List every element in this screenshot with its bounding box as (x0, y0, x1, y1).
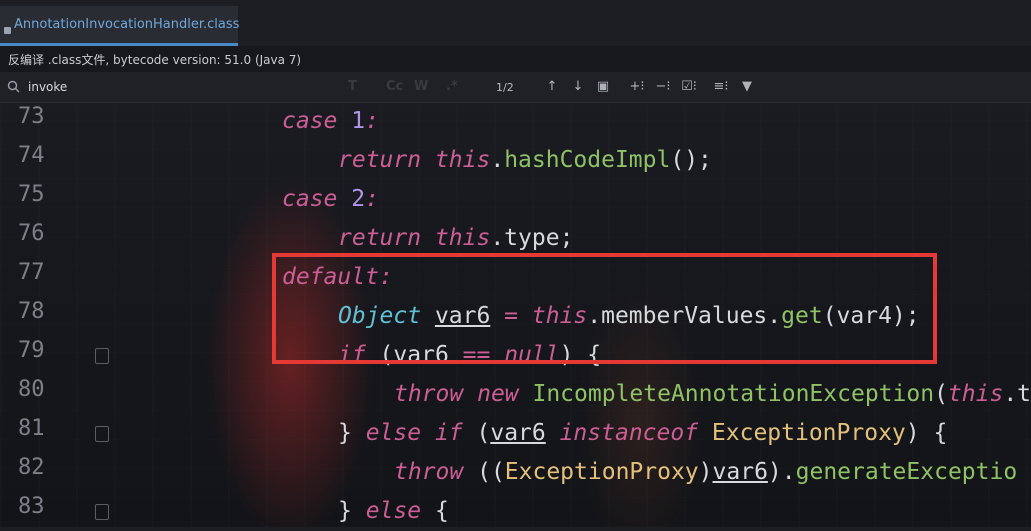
code-token: (( (477, 459, 505, 485)
code-token: IncompleteAnnotationException (532, 381, 935, 407)
editor-tab-bar: AnnotationInvocationHandler.class (0, 0, 1031, 47)
select-all-occurrences-icon[interactable]: ▣ (594, 78, 612, 96)
code-token: ExceptionProxy (504, 459, 699, 485)
code-token: throw (394, 381, 478, 407)
code-token: : (365, 108, 379, 134)
code-token: } (338, 498, 366, 524)
search-icon[interactable] (6, 79, 22, 95)
code-line[interactable]: case 1: (282, 102, 379, 141)
code-token: case (282, 186, 352, 212)
code-token: this (434, 225, 491, 251)
code-token: var6 (490, 420, 546, 446)
code-token: this (947, 381, 1004, 407)
code-token: throw (394, 459, 478, 485)
code-token: { (434, 498, 449, 524)
match-count: 1/2 (496, 81, 514, 94)
code-token: ). (767, 459, 796, 485)
code-token: instanceof (545, 420, 712, 446)
code-line[interactable]: } else { (338, 492, 449, 531)
code-token: ExceptionProxy (711, 420, 906, 446)
code-token: : (365, 186, 379, 212)
code-token: generateExceptio (795, 459, 1018, 485)
highlight-annotation-box (272, 253, 937, 364)
match-case-icon: T (348, 79, 357, 94)
code-token: this (434, 147, 491, 173)
code-line[interactable]: } else if (var6 instanceof ExceptionProx… (338, 414, 947, 453)
regex-icon: .* (446, 79, 458, 94)
code-token: .type; (490, 225, 574, 251)
code-token: ) { (905, 420, 948, 446)
code-token: ( (934, 381, 948, 407)
decompiled-info-bar: 反编译 .class文件, bytecode version: 51.0 (Ja… (0, 46, 1031, 72)
code-line[interactable]: throw new IncompleteAnnotationException(… (394, 375, 1031, 414)
code-token: 2 (351, 186, 366, 212)
code-token: hashCodeImpl (504, 147, 671, 173)
remove-selection-icon[interactable]: −⁝ (654, 78, 672, 96)
code-token: else (365, 498, 435, 524)
tab-annotation-invocation-handler[interactable]: AnnotationInvocationHandler.class (0, 6, 240, 46)
match-case-cc-icon: Cc (386, 79, 404, 94)
filter-icon[interactable]: ▼ (738, 78, 756, 96)
code-token: 1 (351, 108, 366, 134)
arrow-up-icon[interactable]: ↑ (543, 78, 561, 96)
code-token: . (490, 147, 505, 173)
code-token: (); (670, 147, 712, 173)
code-token: .t (1003, 381, 1031, 407)
arrow-down-icon[interactable]: ↓ (569, 78, 587, 96)
code-token: ( (476, 420, 491, 446)
code-token: return (338, 225, 435, 251)
code-token: } (338, 420, 366, 446)
find-bar: T Cc W .* 1/2 ↑ ↓ ▣ +⁝ −⁝ ☑⁝ ≡⁝ ▼ (0, 72, 1031, 103)
code-token: ) (698, 459, 713, 485)
words-icon: W (414, 79, 429, 94)
tab-label: AnnotationInvocationHandler.class (14, 17, 240, 32)
info-text: 反编译 .class文件, bytecode version: 51.0 (Ja… (8, 52, 302, 67)
add-selection-icon[interactable]: +⁝ (628, 78, 646, 96)
code-line[interactable]: throw ((ExceptionProxy)var6).generateExc… (394, 453, 1017, 492)
code-token: new (477, 381, 533, 407)
code-token: return (338, 147, 435, 173)
code-token: var6 (712, 459, 768, 485)
code-token: else if (365, 420, 477, 446)
code-line[interactable]: case 2: (282, 180, 379, 219)
code-line[interactable]: return this.hashCodeImpl(); (338, 141, 712, 180)
filter-options-icon[interactable]: ≡⁝ (712, 78, 730, 96)
select-all-icon[interactable]: ☑⁝ (680, 78, 698, 96)
code-token: case (282, 108, 352, 134)
